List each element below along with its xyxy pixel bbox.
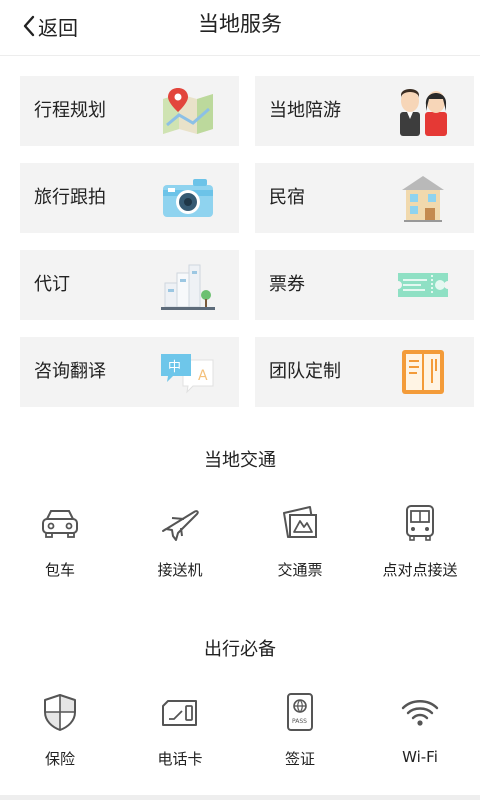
- essentials-item-wifi[interactable]: Wi-Fi: [360, 692, 480, 782]
- shield-icon: [44, 694, 76, 731]
- transport-item-label: 接送机: [157, 561, 203, 579]
- tour-guide-people-illustration: [400, 89, 447, 136]
- essentials-item-label: 保险: [44, 750, 75, 768]
- transport-section-title: 当地交通: [204, 450, 276, 471]
- transport-item-point-to-point[interactable]: 点对点接送: [360, 503, 480, 593]
- transport-row: 包车 接送机 交通票 点对点接送: [0, 503, 480, 593]
- service-label: 代订: [34, 274, 70, 295]
- transport-item-charter[interactable]: 包车: [0, 503, 120, 593]
- service-label: 团队定制: [269, 361, 341, 382]
- top-bar: 返回 当地服务: [0, 0, 480, 56]
- transport-ticket-icon: [283, 506, 317, 538]
- car-icon: [42, 510, 78, 538]
- bus-icon: [406, 505, 434, 541]
- wifi-icon: [401, 700, 439, 726]
- map-pin-illustration: [163, 88, 213, 134]
- buildings-illustration: [161, 264, 215, 310]
- service-card-travel-photo[interactable]: 旅行跟拍: [20, 163, 239, 233]
- service-label: 旅行跟拍: [34, 187, 106, 208]
- service-card-tickets[interactable]: 票券: [255, 250, 474, 320]
- service-card-booking[interactable]: 代订: [20, 250, 239, 320]
- essentials-section-title: 出行必备: [204, 639, 276, 660]
- page-title: 当地服务: [198, 12, 282, 36]
- service-label: 民宿: [269, 187, 305, 208]
- airplane-icon: [162, 510, 199, 541]
- essentials-item-label: Wi-Fi: [402, 748, 438, 766]
- service-label: 票券: [269, 274, 305, 295]
- svg-text:A: A: [198, 368, 208, 384]
- service-label: 行程规划: [34, 100, 106, 121]
- ticket-illustration: [398, 273, 448, 297]
- transport-item-label: 交通票: [277, 561, 323, 579]
- essentials-item-label: 签证: [284, 750, 315, 768]
- passport-icon: PASS: [287, 693, 313, 731]
- essentials-item-insurance[interactable]: 保险: [0, 692, 120, 782]
- service-card-team-custom[interactable]: 团队定制: [255, 337, 474, 407]
- service-card-translation[interactable]: 咨询翻译 A 中: [20, 337, 239, 407]
- camera-illustration: [163, 179, 213, 217]
- service-card-itinerary[interactable]: 行程规划: [20, 76, 239, 146]
- svg-text:PASS: PASS: [292, 718, 307, 725]
- transport-item-label: 点对点接送: [382, 561, 458, 579]
- bottom-divider: [0, 795, 480, 800]
- menu-book-illustration: [402, 350, 444, 394]
- transport-item-transit-ticket[interactable]: 交通票: [240, 503, 360, 593]
- service-label: 当地陪游: [269, 100, 341, 121]
- service-card-local-guide[interactable]: 当地陪游: [255, 76, 474, 146]
- essentials-item-visa[interactable]: PASS 签证: [240, 692, 360, 782]
- translation-bubbles-illustration: A 中: [161, 354, 214, 394]
- transport-item-label: 包车: [44, 561, 75, 579]
- house-illustration: [402, 176, 444, 222]
- transport-item-airport-transfer[interactable]: 接送机: [120, 503, 240, 593]
- essentials-item-label: 电话卡: [157, 750, 203, 768]
- sim-card-icon: [162, 700, 197, 726]
- service-card-homestay[interactable]: 民宿: [255, 163, 474, 233]
- service-label: 咨询翻译: [34, 361, 106, 382]
- svg-text:中: 中: [168, 360, 181, 375]
- essentials-row: 保险 电话卡 PASS 签证 Wi-Fi: [0, 692, 480, 782]
- essentials-item-sim-card[interactable]: 电话卡: [120, 692, 240, 782]
